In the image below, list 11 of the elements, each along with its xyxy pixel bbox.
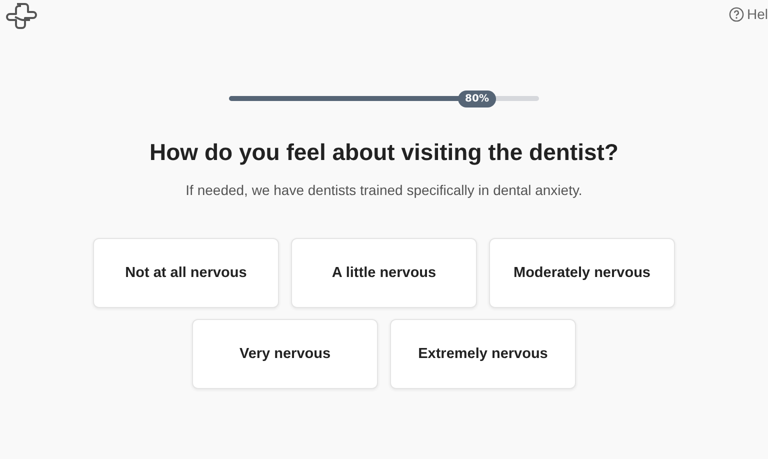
answer-option[interactable]: Extremely nervous <box>390 319 576 389</box>
answer-option[interactable]: Very nervous <box>192 319 378 389</box>
progress-reading: 80% <box>458 90 496 107</box>
help-link[interactable]: Hel <box>728 6 768 22</box>
answer-option[interactable]: Moderately nervous <box>489 238 675 308</box>
answer-option[interactable]: Not at all nervous <box>93 238 279 308</box>
question-title: How do you feel about visiting the dentist? <box>150 139 618 166</box>
cross-logo-icon[interactable] <box>4 1 38 31</box>
help-icon <box>728 6 744 22</box>
answer-option[interactable]: A little nervous <box>291 238 477 308</box>
question-subtitle: If needed, we have dentists trained specifically in dental anxiety. <box>186 182 582 198</box>
